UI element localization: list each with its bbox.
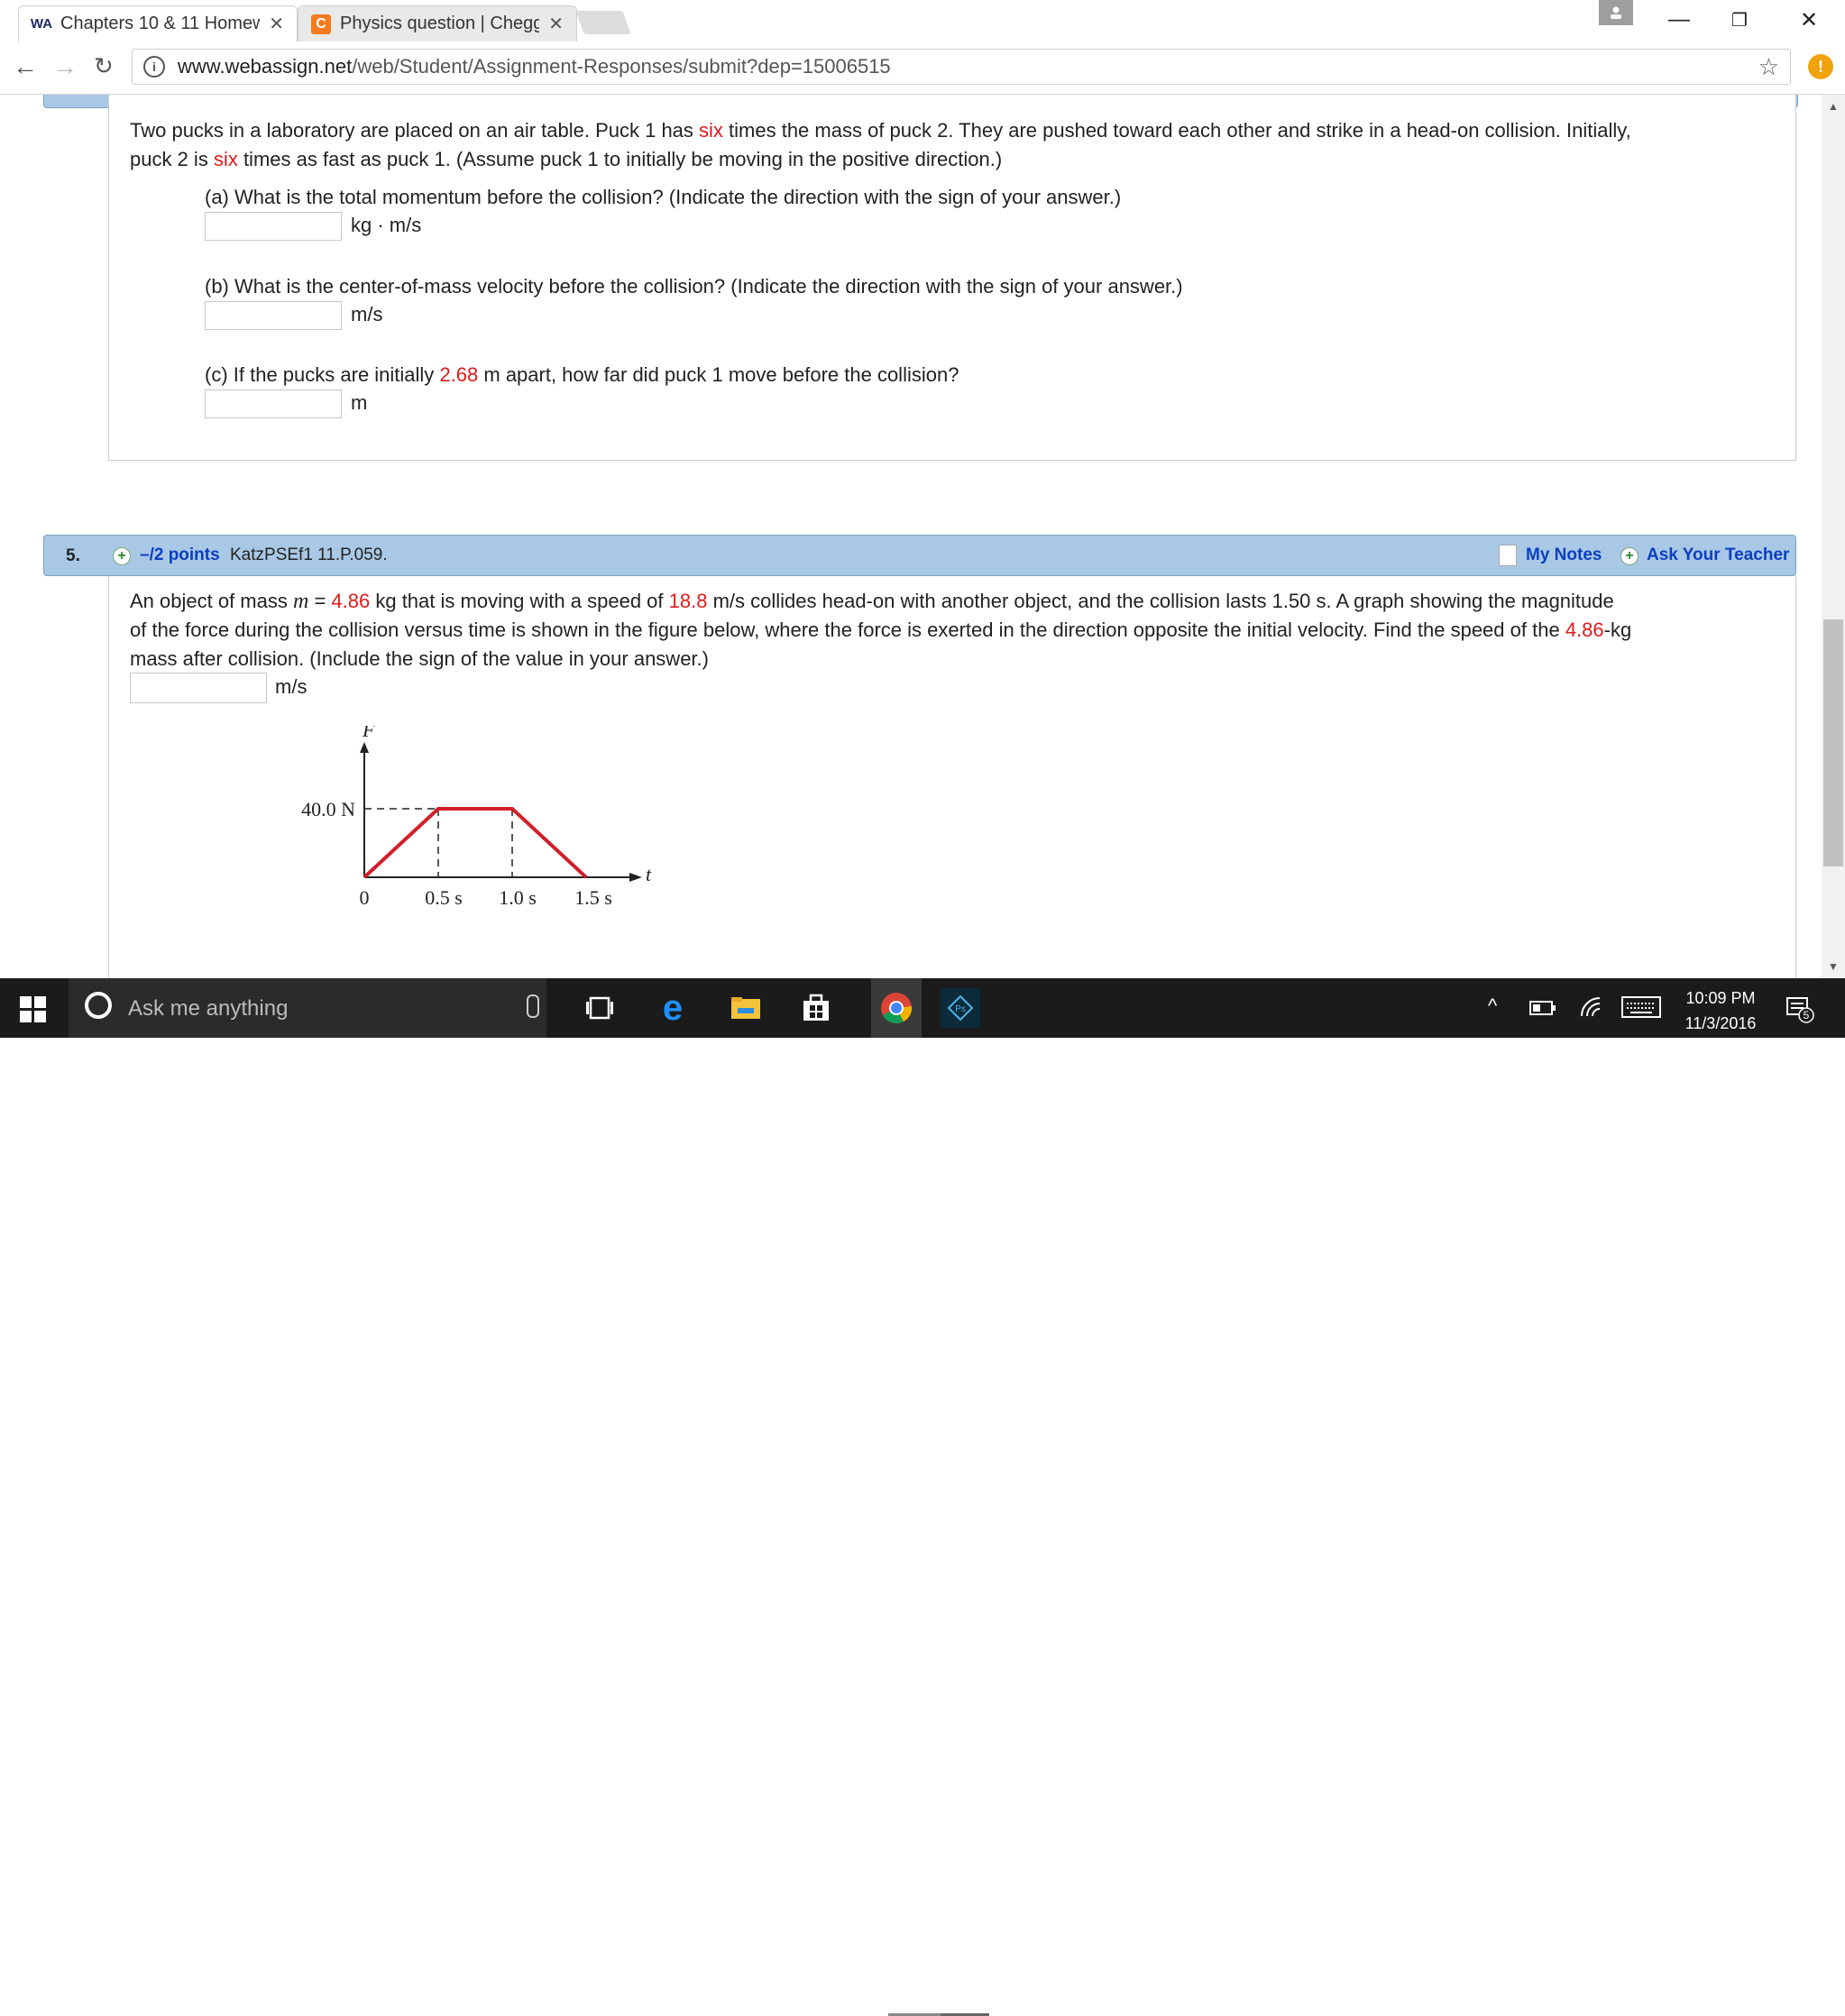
cortana-search-box[interactable]: Ask me anything [69, 978, 546, 1038]
points-link[interactable]: –/2 points [140, 545, 220, 565]
windows-taskbar: Ask me anything e Ps ^ 10:09 PM 11/3/201… [0, 978, 1845, 2016]
x-axis-label: t [646, 863, 652, 885]
address-bar[interactable]: i www.webassign.net/web/Student/Assignme… [132, 49, 1791, 85]
question-number: 5. [66, 546, 80, 565]
q4-part-a-answer-input[interactable] [205, 212, 342, 241]
page-scrollbar[interactable]: ▲ ▼ [1822, 95, 1845, 978]
y-tick-label: 40.0 N [301, 798, 355, 820]
q4-part-c-answer-input[interactable] [205, 389, 342, 418]
q4-part-b-unit: m/s [351, 303, 383, 325]
tab-chegg[interactable]: C Physics question | Chegg ✕ [298, 5, 577, 41]
ask-teacher-plus-icon[interactable]: + [1620, 547, 1638, 565]
y-axis-label: F [362, 726, 375, 741]
question-code: KatzPSEf1 11.P.059. [230, 545, 388, 564]
chrome-taskbar-icon[interactable] [871, 978, 922, 1038]
q4-problem-text: Two pucks in a laboratory are placed on … [130, 119, 1631, 170]
x-tick-label: 0.5 s [425, 886, 463, 906]
new-tab-button[interactable] [575, 11, 631, 34]
restore-icon[interactable]: ❐ [1731, 9, 1748, 32]
chegg-favicon-icon: C [311, 14, 331, 34]
microphone-icon[interactable] [527, 994, 539, 1018]
minimize-icon[interactable]: — [1668, 7, 1690, 32]
scrollbar-thumb[interactable] [1823, 619, 1843, 866]
edge-browser-icon[interactable]: e [656, 988, 690, 1028]
q4-part-a-unit: kg · m/s [351, 214, 422, 236]
page-content: Two pucks in a laboratory are placed on … [0, 95, 1822, 978]
clock-date: 11/3/2016 [1684, 1014, 1757, 1032]
svg-text:Ps: Ps [955, 1004, 966, 1014]
extension-alert-icon[interactable]: ! [1808, 54, 1833, 79]
action-center-icon[interactable]: 5 [1785, 994, 1814, 1029]
force-time-graph: F t 40.0 N 0 0.5 s 1.0 s 1.5 s [301, 726, 652, 906]
q4-part-c-text: (c) If the pucks are initially 2.68 m ap… [205, 363, 959, 386]
svg-text:5: 5 [1804, 1009, 1810, 1022]
webassign-favicon-icon: WA [30, 16, 53, 32]
expand-plus-icon[interactable]: + [113, 547, 131, 565]
tab-title: Chapters 10 & 11 Homew [60, 14, 261, 33]
info-icon[interactable]: i [143, 56, 165, 78]
close-tab-icon[interactable]: ✕ [269, 13, 284, 35]
close-window-icon[interactable]: ✕ [1800, 7, 1818, 33]
keyboard-icon[interactable] [1621, 996, 1661, 1023]
q4-part-c-unit: m [351, 391, 368, 414]
wifi-icon[interactable] [1580, 996, 1603, 1023]
windows-start-icon[interactable] [20, 996, 47, 1023]
x-tick-label: 1.0 s [499, 886, 537, 906]
q5-answer-unit: m/s [275, 675, 308, 698]
question-5-header-bar: 5. + –/2 points KatzPSEf1 11.P.059. My N… [43, 535, 1796, 576]
q4-part-b-text: (b) What is the center-of-mass velocity … [205, 275, 1183, 298]
url-text: www.webassign.net/web/Student/Assignment… [178, 55, 891, 78]
profile-icon[interactable] [1599, 0, 1633, 25]
app-diamond-icon[interactable]: Ps [941, 988, 980, 1028]
q5-problem-text: An object of mass m = 4.86 kg that is mo… [130, 590, 1632, 670]
my-notes-link[interactable]: My Notes [1526, 545, 1602, 565]
store-icon[interactable] [799, 991, 833, 1025]
tab-webassign[interactable]: WA Chapters 10 & 11 Homew ✕ [18, 5, 298, 41]
file-explorer-icon[interactable] [729, 991, 763, 1025]
browser-toolbar: ← → ↻ i www.webassign.net/web/Student/As… [0, 41, 1845, 95]
close-tab-icon[interactable]: ✕ [548, 13, 564, 35]
task-view-icon[interactable] [583, 991, 617, 1025]
q5-answer-input[interactable] [130, 673, 267, 703]
back-icon[interactable]: ← [13, 52, 38, 81]
scroll-up-arrow-icon[interactable]: ▲ [1828, 100, 1839, 113]
battery-icon[interactable] [1529, 998, 1556, 1022]
tab-strip: WA Chapters 10 & 11 Homew ✕ C Physics qu… [0, 0, 1845, 41]
y-axis-arrow-icon [360, 742, 369, 753]
x-axis-arrow-icon [629, 873, 642, 882]
clock-time: 10:09 PM [1685, 989, 1756, 1007]
system-clock[interactable]: 10:09 PM 11/3/2016 [1675, 985, 1766, 1036]
x-tick-label: 1.5 s [574, 886, 612, 906]
reload-icon[interactable]: ↻ [94, 52, 114, 80]
scroll-down-arrow-icon[interactable]: ▼ [1828, 960, 1839, 973]
forward-icon[interactable]: → [52, 52, 78, 81]
bookmark-star-icon[interactable]: ☆ [1758, 53, 1779, 81]
q4-part-a-text: (a) What is the total momentum before th… [205, 186, 1122, 208]
search-placeholder: Ask me anything [128, 996, 289, 1021]
force-curve [363, 807, 588, 879]
tab-title: Physics question | Chegg [340, 14, 540, 33]
q4-part-b-answer-input[interactable] [205, 301, 342, 330]
notes-page-icon[interactable] [1499, 545, 1517, 566]
ask-your-teacher-link[interactable]: Ask Your Teacher [1647, 545, 1789, 565]
cortana-icon [85, 992, 112, 1019]
show-hidden-icons-icon[interactable]: ^ [1488, 994, 1497, 1018]
x-tick-label: 0 [360, 886, 370, 906]
